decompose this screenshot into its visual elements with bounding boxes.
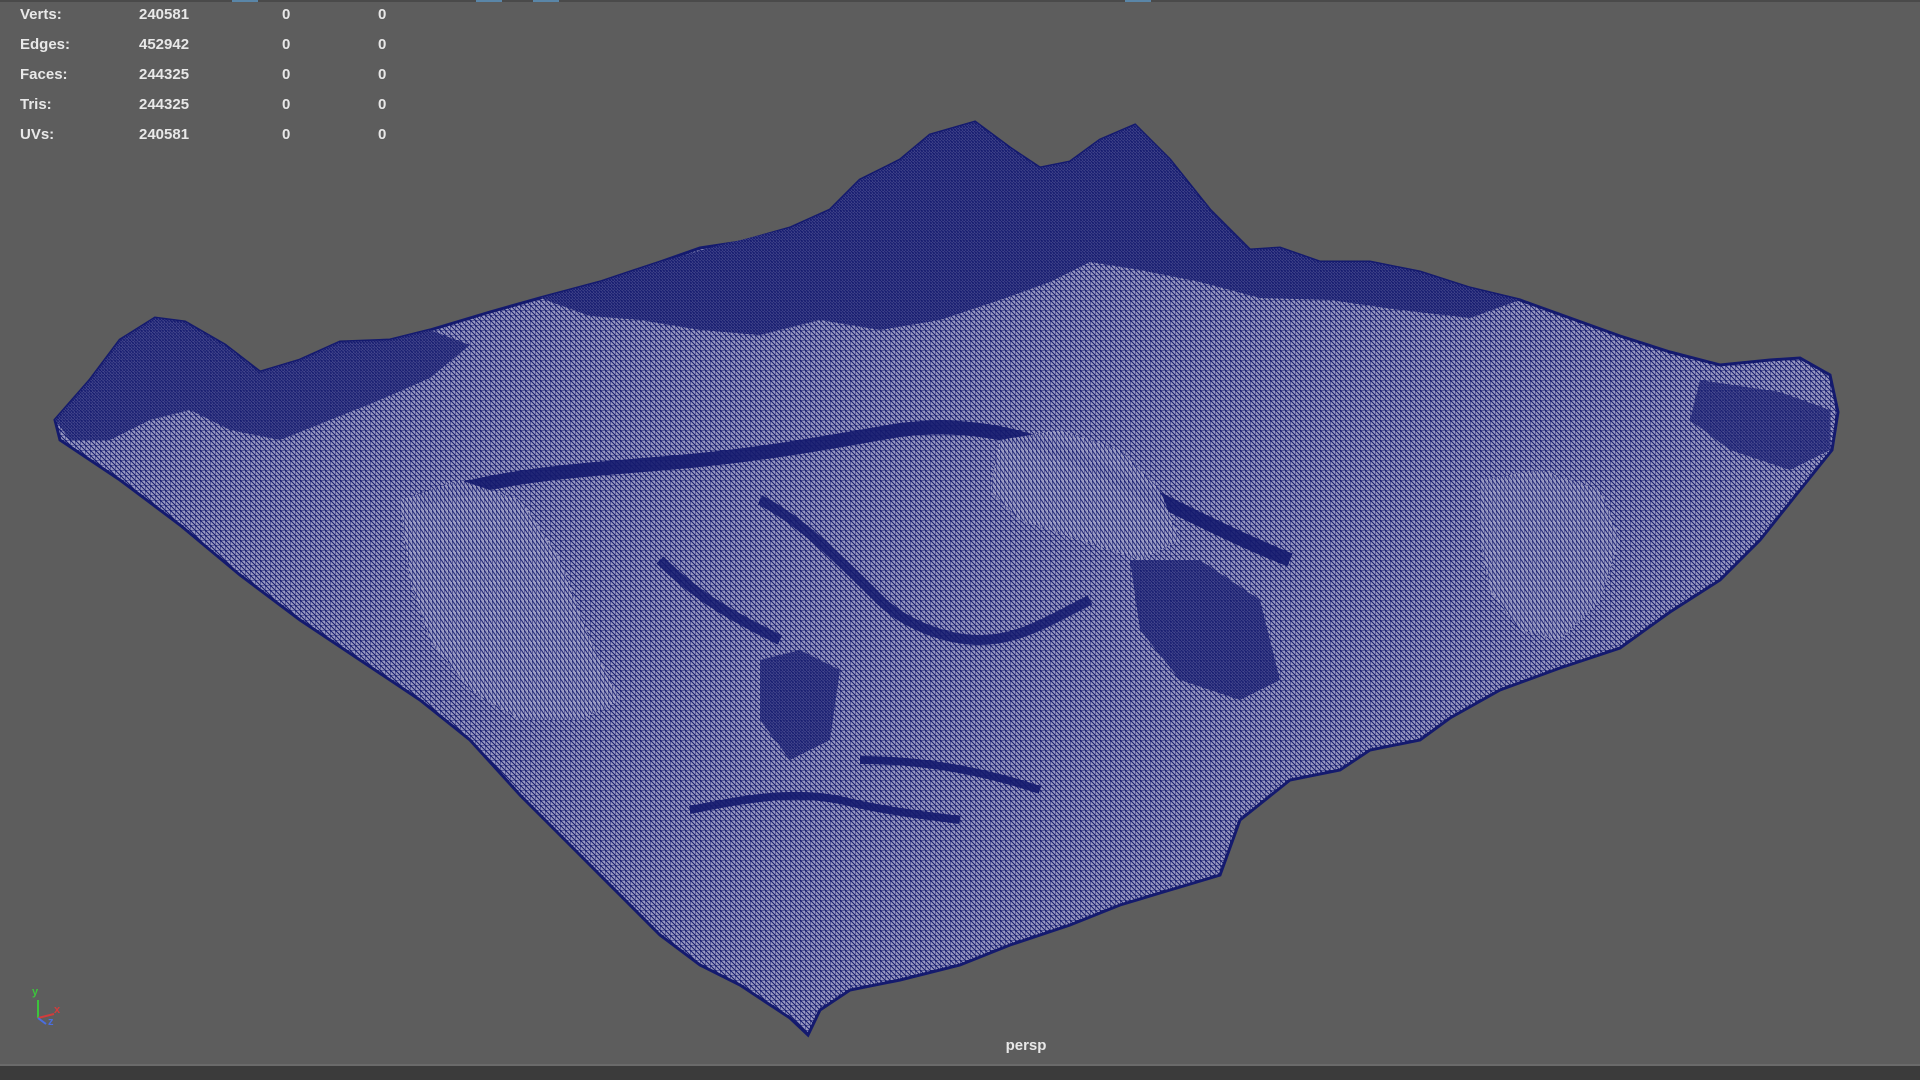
hud-label: Faces: [20,66,68,83]
hud-selected: 0 [282,126,291,143]
hud-label: UVs: [20,126,55,143]
hud-third: 0 [378,66,387,83]
hud-third: 0 [378,6,387,23]
camera-name-label: persp [1005,1037,1047,1054]
maya-viewport-panel[interactable]: Verts: 240581 0 0 Edges: 452942 0 0 Face… [0,0,1920,1064]
hud-total: 240581 [139,126,190,143]
hud-third: 0 [378,126,387,143]
hud-total: 452942 [139,36,190,53]
hud-total: 240581 [139,6,190,23]
hud-total: 244325 [139,66,190,83]
view-axis-gizmo-icon: y x z [28,986,68,1030]
axis-x-label: x [54,1004,61,1016]
hud-label: Verts: [20,6,62,23]
hud-third: 0 [378,96,387,113]
hud-selected: 0 [282,96,291,113]
axis-y-label: y [32,986,39,998]
hud-selected: 0 [282,66,291,83]
viewport-bottom-bar [0,1064,1920,1080]
hud-label: Tris: [20,96,52,113]
hud-total: 244325 [139,96,190,113]
hud-selected: 0 [282,6,291,23]
axis-z-label: z [48,1016,54,1028]
hud-label: Edges: [20,36,71,53]
hud-selected: 0 [282,36,291,53]
terrain-wireframe-mesh[interactable] [0,0,1920,1064]
hud-third: 0 [378,36,387,53]
